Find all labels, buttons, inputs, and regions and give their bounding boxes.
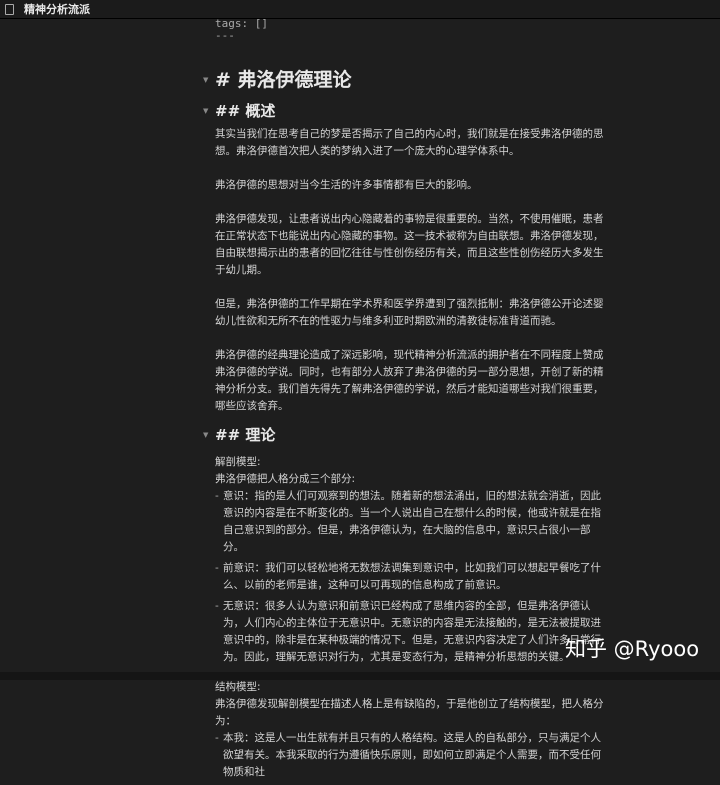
structure-list: 本我：这是人一出生就有并且只有的人格结构。这是人的自私部分，只与满足个人欲望有关… [215,730,605,781]
paragraph: 但是，弗洛伊德的工作早期在学术界和医学界遭到了强烈抵制：弗洛伊德公开论述婴幼儿性… [215,298,604,327]
heading-text: ## 理论 [215,426,276,444]
file-icon [5,3,14,15]
list-item: 前意识：我们可以轻松地将无数想法调集到意识中，比如我们可以想起早餐吃了什么、以前… [215,560,605,594]
paragraph: 弗洛伊德的思想对当今生活的许多事情都有巨大的影响。 [215,179,478,191]
list-item: 意识：指的是人们可观察到的想法。随着新的想法涌出，旧的想法就会消逝，因此意识的内… [215,488,605,556]
note-title: 精神分析流派 [24,3,90,16]
fold-arrow-icon[interactable]: ▼ [203,427,208,444]
watermark: 知乎 @Ryooo [565,637,700,661]
frontmatter-separator: --- [215,29,235,42]
fold-arrow-icon[interactable]: ▼ [203,103,208,120]
structure-label: 结构模型: [215,681,261,693]
heading-theory: ▼ ## 理论 [203,426,605,444]
structure-intro: 弗洛伊德发现解剖模型在描述人格上是有缺陷的，于是他创立了结构模型，把人格分为： [215,698,604,727]
paragraph: 其实当我们在思考自己的梦是否揭示了自己的内心时，我们就是在接受弗洛伊德的思想。弗… [215,128,604,157]
fold-arrow-icon[interactable]: ▼ [203,72,208,89]
heading-1: ▼ # 弗洛伊德理论 [203,69,605,91]
anatomy-intro: 弗洛伊德把人格分成三个部分: [215,473,356,485]
editor-content[interactable]: tags: [] --- ▼ # 弗洛伊德理论 ▼ ## 概述 其实当我们在思考自己… [203,17,605,785]
list-item: 无意识：很多人认为意识和前意识已经构成了思维内容的全部，但是弗洛伊德认为，人们内… [215,598,605,666]
paragraph: 弗洛伊德的经典理论造成了深远影响，现代精神分析流派的拥护者在不同程度上赞成弗洛伊… [215,349,604,412]
frontmatter-tags: tags: [] [215,17,268,30]
paragraph: 弗洛伊德发现，让患者说出内心隐藏着的事物是很重要的。当然，不使用催眠，患者在正常… [215,213,604,276]
heading-overview: ▼ ## 概述 [203,102,605,120]
list-item: 本我：这是人一出生就有并且只有的人格结构。这是人的自私部分，只与满足个人欲望有关… [215,730,605,781]
heading-text: ## 概述 [215,102,276,120]
heading-text: # 弗洛伊德理论 [215,69,352,91]
anatomy-list: 意识：指的是人们可观察到的想法。随着新的想法涌出，旧的想法就会消逝，因此意识的内… [215,488,605,666]
title-bar: 精神分析流派 [0,0,720,19]
status-bar [0,672,720,680]
anatomy-label: 解剖模型: [215,456,261,468]
